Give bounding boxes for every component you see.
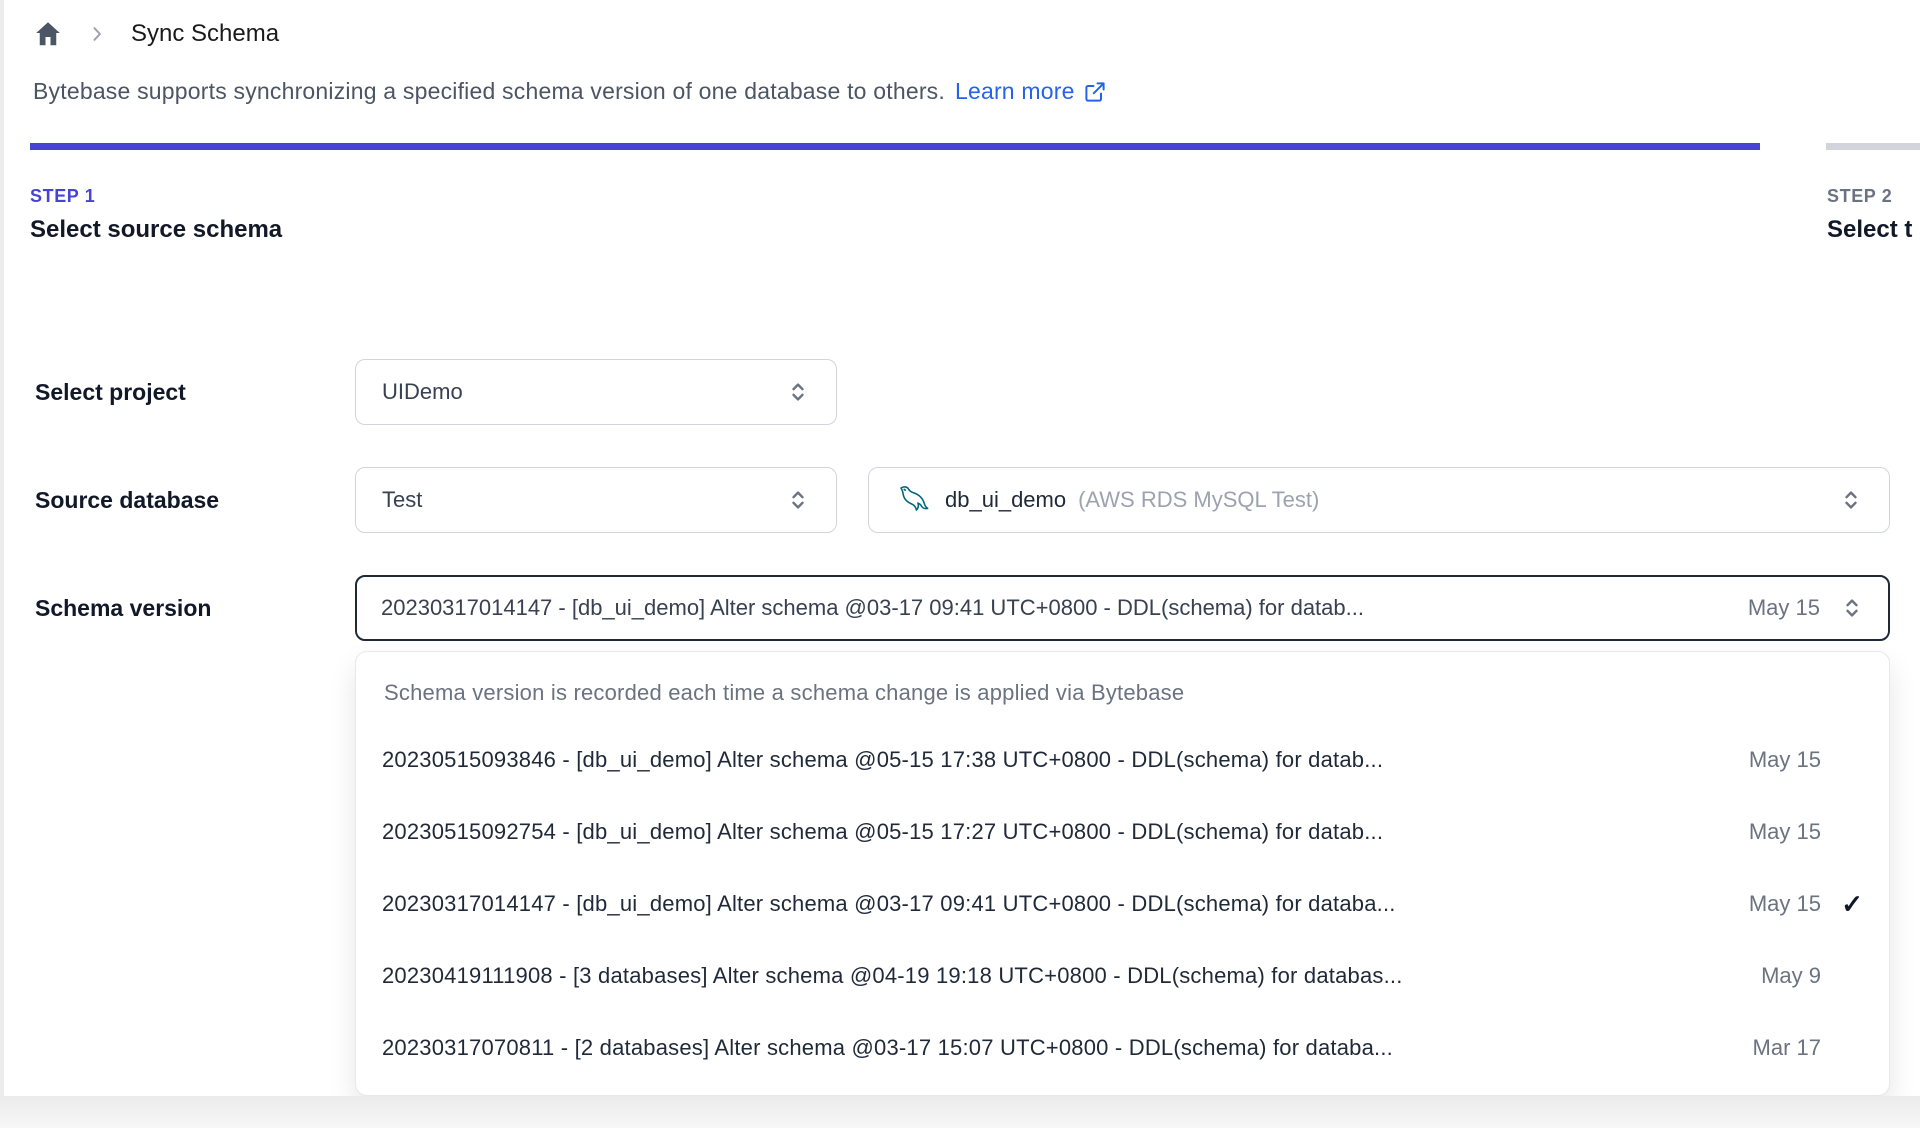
intro-text: Bytebase supports synchronizing a specif… — [33, 78, 1107, 105]
check-icon: ✓ — [1841, 888, 1863, 919]
sync-schema-page: Sync Schema Bytebase supports synchroniz… — [0, 0, 1920, 1128]
schema-version-label: Schema version — [35, 595, 212, 621]
step2-progress-bar — [1826, 143, 1920, 150]
learn-more-label: Learn more — [954, 78, 1075, 104]
chevron-updown-icon — [786, 488, 810, 512]
project-select-value: UIDemo — [382, 379, 463, 404]
database-select-value: db_ui_demo — [945, 487, 1067, 512]
page-bottom-edge — [0, 1096, 1920, 1128]
learn-more-link[interactable]: Learn more — [955, 78, 1107, 105]
breadcrumb: Sync Schema — [33, 16, 279, 52]
chevron-updown-icon — [1839, 488, 1863, 512]
page-title: Sync Schema — [131, 20, 280, 47]
breadcrumb-chevron-icon — [87, 24, 107, 44]
schema-version-option-4[interactable]: 20230419111908 - [3 databases] Alter sch… — [356, 940, 1889, 1012]
external-link-icon — [1083, 80, 1107, 104]
step1-label: STEP 1 — [30, 186, 96, 206]
schema-version-dropdown: Schema version is recorded each time a s… — [355, 651, 1890, 1096]
environment-select[interactable]: Test — [355, 467, 837, 533]
schema-version-option-1[interactable]: 20230515093846 - [db_ui_demo] Alter sche… — [356, 724, 1889, 796]
schema-version-option-3-selected[interactable]: 20230317014147 - [db_ui_demo] Alter sche… — [356, 868, 1889, 940]
database-select-note: (AWS RDS MySQL Test) — [1078, 487, 1320, 512]
step1-header: STEP 1 Select source schema — [30, 186, 282, 244]
home-icon[interactable] — [33, 19, 63, 49]
left-edge-divider — [0, 0, 4, 1128]
project-select[interactable]: UIDemo — [355, 359, 837, 425]
intro-description: Bytebase supports synchronizing a specif… — [33, 78, 945, 104]
mysql-icon — [895, 482, 931, 518]
option-label: 20230317014147 - [db_ui_demo] Alter sche… — [382, 891, 1396, 916]
option-date: May 9 — [1761, 963, 1821, 988]
chevron-updown-icon — [786, 380, 810, 404]
option-date: May 15 — [1748, 891, 1821, 916]
chevron-updown-icon — [1840, 596, 1864, 620]
environment-select-value: Test — [382, 487, 423, 512]
option-label: 20230515092754 - [db_ui_demo] Alter sche… — [382, 819, 1384, 844]
step2-header: STEP 2 Select t — [1827, 186, 1920, 244]
schema-version-date: May 15 — [1747, 595, 1820, 620]
database-select[interactable]: db_ui_demo (AWS RDS MySQL Test) — [868, 467, 1890, 533]
step2-title: Select t — [1827, 216, 1913, 243]
option-date: May 15 — [1748, 747, 1821, 772]
step1-progress-bar — [30, 143, 1760, 150]
schema-version-value: 20230317014147 - [db_ui_demo] Alter sche… — [381, 595, 1364, 620]
option-date: Mar 17 — [1752, 1035, 1821, 1060]
option-label: 20230419111908 - [3 databases] Alter sch… — [382, 963, 1403, 988]
select-project-label: Select project — [35, 379, 186, 405]
option-label: 20230515093846 - [db_ui_demo] Alter sche… — [382, 747, 1384, 772]
option-date: May 15 — [1748, 819, 1821, 844]
schema-version-select[interactable]: 20230317014147 - [db_ui_demo] Alter sche… — [355, 575, 1890, 641]
schema-version-option-2[interactable]: 20230515092754 - [db_ui_demo] Alter sche… — [356, 796, 1889, 868]
dropdown-hint: Schema version is recorded each time a s… — [384, 680, 1185, 705]
step1-title: Select source schema — [30, 216, 283, 243]
option-label: 20230317070811 - [2 databases] Alter sch… — [382, 1035, 1393, 1060]
schema-version-option-5[interactable]: 20230317070811 - [2 databases] Alter sch… — [356, 1012, 1889, 1084]
step2-label: STEP 2 — [1827, 186, 1893, 206]
source-database-label: Source database — [35, 487, 220, 513]
